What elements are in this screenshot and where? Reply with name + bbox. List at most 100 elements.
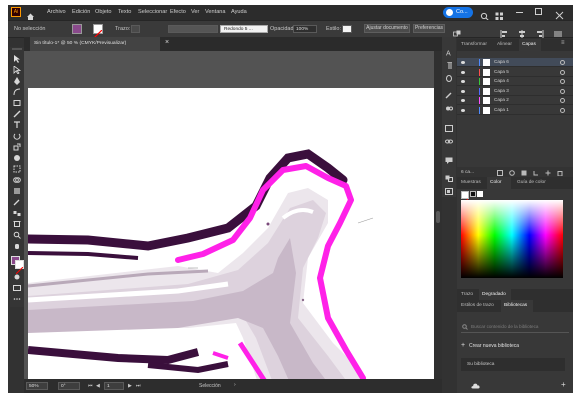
appearance-panel-icon[interactable] [445, 125, 453, 132]
symbols-panel-icon[interactable] [445, 105, 453, 112]
draw-mode-icon[interactable] [13, 273, 21, 281]
pen-tool-icon[interactable] [13, 77, 21, 85]
style-swatch[interactable] [342, 25, 352, 33]
layer-name[interactable]: Capa 2 [494, 97, 509, 102]
search-icon[interactable] [480, 8, 489, 21]
fill-swatch[interactable] [72, 24, 82, 34]
library-search[interactable]: Buscar contenido de la biblioteca [461, 322, 569, 333]
maximize-icon[interactable] [535, 8, 542, 15]
eyedropper-tool-icon[interactable] [13, 198, 21, 206]
menu-efecto[interactable]: Efecto [170, 9, 186, 15]
document-setup-button[interactable]: Ajustar documento [364, 24, 410, 33]
gradient-tool-icon[interactable] [13, 187, 21, 195]
tab-transformar[interactable]: Transformar [461, 42, 487, 47]
tab-bibliotecas[interactable]: Bibliotecas [501, 300, 533, 312]
layer-row[interactable]: Capa 5 [457, 68, 573, 77]
layer-row[interactable]: Capa 1 [457, 106, 573, 115]
visibility-eye-icon[interactable] [461, 89, 465, 93]
warp-tool-icon[interactable] [13, 154, 21, 162]
panel-menu-icon[interactable]: ≡ [561, 40, 565, 46]
color-none-swatch[interactable] [477, 191, 483, 197]
menu-objeto[interactable]: Objeto [95, 9, 111, 15]
layer-target-icon[interactable] [560, 98, 565, 103]
links-panel-icon[interactable] [445, 138, 453, 145]
tab-alinear[interactable]: Alinear [497, 42, 512, 47]
more-tools-icon[interactable] [13, 295, 21, 303]
layer-target-icon[interactable] [560, 88, 565, 94]
brushes-panel-icon[interactable] [445, 92, 453, 99]
tab-color[interactable]: Color [487, 177, 511, 189]
menu-ayuda[interactable]: Ayuda [231, 9, 247, 15]
layer-target-icon[interactable] [560, 60, 565, 65]
menu-ventana[interactable]: Ventana [205, 9, 226, 15]
collect-export-icon[interactable] [497, 170, 503, 176]
minimize-icon[interactable] [516, 12, 523, 13]
preferences-button[interactable]: Preferencias [413, 24, 445, 33]
tab-muestras[interactable]: Muestras [461, 180, 481, 185]
arrange-icon[interactable] [453, 25, 461, 37]
document-tab[interactable]: Sin título-1* @ 50 % (CMYK/Previsualizar… [30, 37, 160, 51]
selection-tool-icon[interactable] [13, 55, 21, 63]
back-artboard-icon[interactable]: ◀ [96, 383, 100, 390]
layer-name[interactable]: Capa 1 [494, 107, 509, 112]
direct-selection-tool-icon[interactable] [13, 66, 21, 74]
layer-row[interactable]: Capa 3 [457, 87, 573, 96]
opentype-panel-icon[interactable] [445, 75, 453, 82]
zoom-tool-icon[interactable] [13, 231, 21, 239]
close-tab-icon[interactable]: × [165, 39, 169, 46]
menu-texto[interactable]: Texto [118, 9, 131, 15]
library-item[interactable]: Su biblioteca [461, 358, 565, 371]
layer-name[interactable]: Capa 4 [494, 78, 509, 83]
tab-capas[interactable]: Capas [519, 39, 541, 51]
canvas-area[interactable] [24, 51, 434, 381]
menu-edicion[interactable]: Edición [72, 9, 90, 15]
color-stroke-swatch[interactable] [461, 191, 469, 206]
visibility-eye-icon[interactable] [461, 80, 465, 83]
layer-name[interactable]: Capa 3 [494, 88, 509, 93]
toolbar-grip[interactable] [12, 48, 22, 50]
layer-row[interactable]: Capa 4 [457, 77, 573, 86]
layer-name[interactable]: Capa 5 [494, 69, 509, 74]
zoom-field[interactable]: 50% [26, 382, 48, 390]
color-spectrum[interactable] [461, 200, 563, 278]
layer-row[interactable]: Capa 2 [457, 96, 573, 105]
character-panel-icon[interactable]: A [445, 49, 453, 57]
stroke-swatch[interactable] [93, 24, 103, 39]
visibility-eye-icon[interactable] [461, 108, 465, 112]
user-badge[interactable]: Co... [443, 7, 473, 18]
new-layer-icon[interactable] [545, 170, 551, 176]
close-icon[interactable] [555, 7, 564, 20]
align-center-icon[interactable] [518, 25, 526, 38]
panel-menu-icon[interactable] [554, 25, 562, 37]
stroke-weight-stepper[interactable] [131, 25, 140, 33]
next-artboard-icon[interactable]: ▶ [128, 383, 132, 390]
visibility-eye-icon[interactable] [461, 70, 465, 74]
tab-trazo[interactable]: Trazo [461, 292, 473, 297]
chevron-down-icon[interactable] [84, 27, 89, 40]
menu-archivo[interactable]: Archivo [47, 9, 66, 15]
rectangle-tool-icon[interactable] [13, 99, 21, 107]
layer-row[interactable]: Capa 6 [457, 58, 573, 67]
brush-definition[interactable]: Redondo 5 ... [220, 25, 268, 33]
rotation-field[interactable]: 0° [58, 382, 80, 390]
delete-layer-icon[interactable] [557, 170, 563, 176]
layer-target-icon[interactable] [560, 69, 565, 75]
type-tool-icon[interactable] [13, 121, 21, 129]
opacity-field[interactable]: 100% [293, 25, 317, 33]
cloud-icon[interactable] [471, 383, 480, 389]
stroke-color-swatch[interactable] [15, 260, 24, 275]
curvature-tool-icon[interactable] [13, 88, 21, 96]
comments-panel-icon[interactable] [445, 157, 453, 164]
menu-ver[interactable]: Ver [191, 9, 199, 15]
blend-tool-icon[interactable] [13, 209, 21, 217]
color-fill-swatch[interactable] [470, 191, 476, 197]
shape-builder-tool-icon[interactable] [13, 176, 21, 184]
layer-target-icon[interactable] [560, 107, 565, 113]
new-sublayer-icon[interactable] [533, 170, 539, 176]
variable-width-profile[interactable] [168, 25, 218, 33]
visibility-eye-icon[interactable] [461, 99, 465, 102]
clipping-mask-icon[interactable] [521, 170, 527, 176]
menu-seleccionar[interactable]: Seleccionar [138, 9, 167, 15]
prev-artboard-icon[interactable]: ⏮ [88, 383, 93, 390]
tab-degradado[interactable]: Degradado [479, 289, 511, 300]
